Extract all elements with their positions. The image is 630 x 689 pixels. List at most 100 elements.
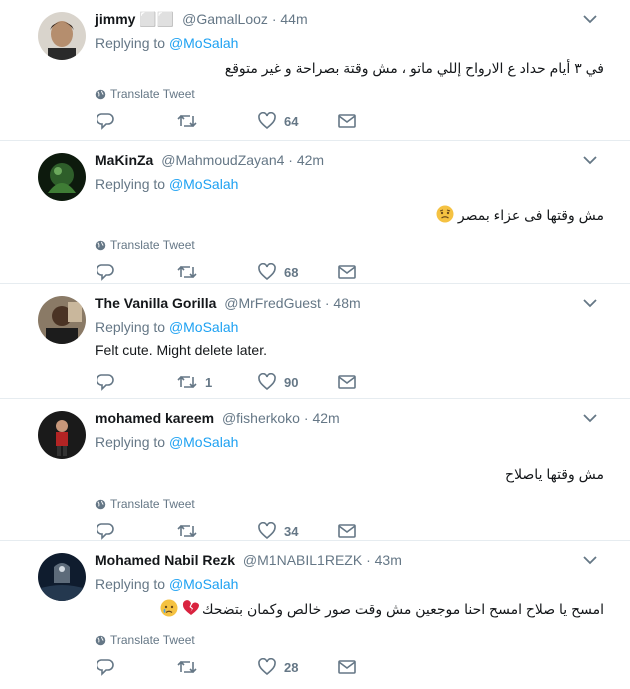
user-handle[interactable]: @M1NABIL1REZK (243, 552, 362, 568)
caret-down-icon[interactable] (582, 410, 598, 426)
direct-message-button[interactable] (338, 373, 356, 391)
crying-face-emoji (160, 599, 178, 622)
display-name[interactable]: jimmy ⬜⬜ (95, 11, 174, 27)
retweet-icon (177, 265, 197, 279)
tweet-text: Felt cute. Might delete later. (95, 342, 267, 358)
like-count: 34 (284, 523, 299, 539)
avatar[interactable] (38, 553, 86, 601)
tweet[interactable]: MaKinZa @MahmoudZayan4 · 42m Replying to… (0, 141, 630, 284)
retweet-button[interactable] (177, 522, 205, 540)
mention-link[interactable]: @MoSalah (169, 176, 238, 192)
globe-icon (95, 240, 106, 250)
retweet-icon (177, 114, 197, 128)
display-name[interactable]: mohamed kareem (95, 410, 214, 426)
tweet[interactable]: mohamed kareem @fisherkoko · 42m Replyin… (0, 399, 630, 541)
translate-label[interactable]: Translate Tweet (110, 87, 195, 101)
like-count: 28 (284, 659, 299, 675)
like-icon (258, 112, 276, 130)
caret-down-icon[interactable] (582, 152, 598, 168)
reply-button[interactable] (97, 263, 115, 281)
reply-button[interactable] (97, 373, 115, 391)
direct-message-button[interactable] (338, 522, 356, 540)
retweet-button[interactable] (177, 658, 205, 676)
dm-icon (338, 114, 356, 128)
dm-icon (338, 660, 356, 674)
dm-icon (338, 524, 356, 538)
globe-icon (95, 499, 106, 509)
globe-icon (95, 635, 106, 645)
reply-button[interactable] (97, 658, 115, 676)
separator-dot: · (303, 410, 309, 426)
like-button[interactable]: 90 (258, 373, 298, 391)
like-button[interactable]: 28 (258, 658, 298, 676)
tweet-header: jimmy ⬜⬜ @GamalLooz · 44m (95, 10, 618, 28)
replying-to-label: Replying to (95, 434, 166, 450)
replying-to-label: Replying to (95, 176, 166, 192)
user-handle[interactable]: @GamalLooz (182, 11, 268, 27)
retweet-count: 1 (205, 374, 213, 390)
separator-dot: · (324, 295, 330, 311)
translate-tweet[interactable]: Translate Tweet (95, 497, 618, 511)
retweet-button[interactable] (177, 112, 205, 130)
translate-tweet[interactable]: Translate Tweet (95, 633, 618, 647)
reply-icon (97, 264, 114, 281)
timestamp[interactable]: 48m (333, 295, 360, 311)
mention-link[interactable]: @MoSalah (169, 319, 238, 335)
user-handle[interactable]: @MahmoudZayan4 (161, 152, 284, 168)
reply-button[interactable] (97, 112, 115, 130)
retweet-button[interactable] (177, 263, 205, 281)
direct-message-button[interactable] (338, 263, 356, 281)
sad-face-emoji (436, 205, 454, 228)
translate-label[interactable]: Translate Tweet (110, 633, 195, 647)
like-button[interactable]: 34 (258, 522, 298, 540)
display-name[interactable]: The Vanilla Gorilla (95, 295, 216, 311)
timestamp[interactable]: 44m (280, 11, 307, 27)
separator-dot: · (288, 152, 293, 168)
avatar[interactable] (38, 411, 86, 459)
tweet-actions: 28 (95, 647, 618, 689)
tweet-actions: 64 (95, 101, 618, 143)
like-icon (258, 522, 276, 540)
caret-down-icon[interactable] (582, 552, 598, 568)
like-icon (258, 373, 276, 391)
user-handle[interactable]: @fisherkoko (222, 410, 300, 426)
replying-to-label: Replying to (95, 319, 166, 335)
like-button[interactable]: 68 (258, 263, 298, 281)
caret-down-icon[interactable] (582, 11, 598, 27)
replying-to: Replying to @MoSalah (95, 175, 618, 193)
translate-label[interactable]: Translate Tweet (110, 238, 195, 252)
user-handle[interactable]: @MrFredGuest (224, 295, 321, 311)
translate-tweet[interactable]: Translate Tweet (95, 238, 618, 252)
tweet[interactable]: The Vanilla Gorilla @MrFredGuest · 48m R… (0, 284, 630, 399)
reply-button[interactable] (97, 522, 115, 540)
tweet-actions: 1 90 (95, 362, 618, 404)
mention-link[interactable]: @MoSalah (169, 576, 238, 592)
mention-link[interactable]: @MoSalah (169, 434, 238, 450)
caret-down-icon[interactable] (582, 295, 598, 311)
tweet-text-content: مش وقتها ياصلاح (505, 466, 604, 482)
direct-message-button[interactable] (338, 658, 356, 676)
avatar[interactable] (38, 12, 86, 60)
display-name[interactable]: MaKinZa (95, 152, 153, 168)
like-button[interactable]: 64 (258, 112, 298, 130)
avatar[interactable] (38, 153, 86, 201)
retweet-button[interactable]: 1 (177, 373, 212, 391)
separator-dot: · (271, 11, 277, 27)
tweet[interactable]: jimmy ⬜⬜ @GamalLooz · 44m Replying to @M… (0, 0, 630, 141)
mention-link[interactable]: @MoSalah (169, 35, 238, 51)
timestamp[interactable]: 42m (312, 410, 339, 426)
globe-icon (95, 89, 106, 99)
like-count: 68 (284, 264, 299, 280)
timestamp[interactable]: 42m (297, 152, 324, 168)
timestamp[interactable]: 43m (375, 552, 402, 568)
tweet-text: مش وقتها فى عزاء بمصر (95, 205, 618, 228)
translate-label[interactable]: Translate Tweet (110, 497, 195, 511)
reply-icon (97, 523, 114, 540)
display-name[interactable]: Mohamed Nabil Rezk (95, 552, 235, 568)
tweet[interactable]: Mohamed Nabil Rezk @M1NABIL1REZK · 43m R… (0, 541, 630, 676)
translate-tweet[interactable]: Translate Tweet (95, 87, 618, 101)
avatar[interactable] (38, 296, 86, 344)
tweet-text: مش وقتها ياصلاح (95, 464, 618, 484)
replying-to: Replying to @MoSalah (95, 433, 618, 451)
direct-message-button[interactable] (338, 112, 356, 130)
